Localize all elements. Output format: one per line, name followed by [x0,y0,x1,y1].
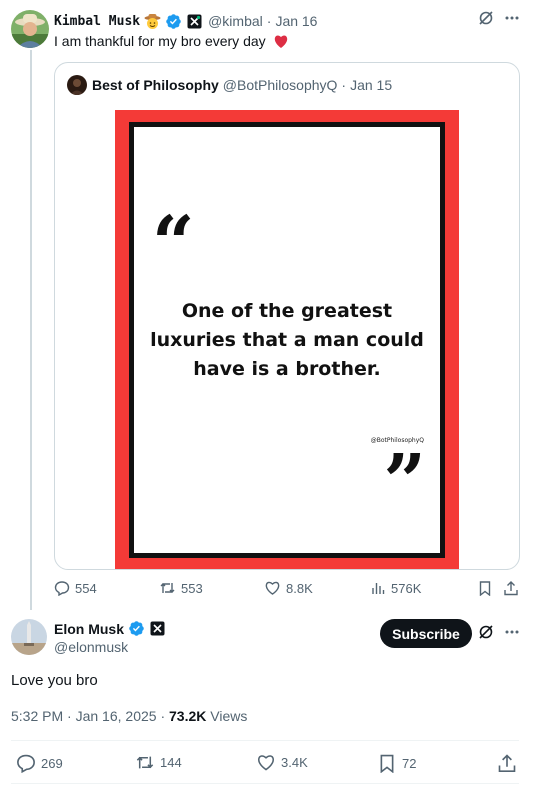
quote-image[interactable]: “ One of the greatest luxuries that a ma… [115,110,459,569]
more-icon[interactable] [504,624,520,645]
like-button[interactable]: 8.8K [264,580,313,596]
main-tweet-text: Love you bro [11,672,98,689]
repost-icon [159,580,176,596]
x-affiliate-icon[interactable] [149,620,166,637]
share-button[interactable] [503,580,519,596]
tweet-date[interactable]: Jan 16, 2025 [76,708,157,724]
grok-icon[interactable] [478,10,494,31]
main-author-handle[interactable]: @elonmusk [54,639,128,655]
bookmark-icon [477,580,493,596]
quoted-tweet-header: Best of Philosophy @BotPhilosophyQ · Jan… [67,75,392,95]
quote-image-text: One of the greatest luxuries that a man … [150,300,424,380]
avatar-best-of-philosophy[interactable] [67,75,87,95]
verified-badge-icon[interactable] [128,620,145,637]
like-icon [264,580,281,596]
bookmark-count: 72 [402,755,417,771]
affiliate-badge-icon[interactable] [186,13,203,30]
like-icon [256,753,276,772]
reply-icon [54,580,70,596]
main-tweet-meta: 5:32 PM · Jan 16, 2025 · 73.2K Views [11,708,247,724]
parent-tweet-top-icons [478,10,520,31]
like-count: 3.4K [281,755,308,770]
views-icon [370,580,386,596]
bookmark-icon [377,753,397,773]
repost-button[interactable]: 553 [159,580,203,596]
close-quote-mark: ” [383,439,426,525]
reply-count: 554 [75,580,97,596]
verified-badge-icon[interactable] [165,13,182,30]
reply-count: 269 [41,755,63,771]
quoted-date[interactable]: Jan 15 [350,77,392,93]
repost-button[interactable]: 144 [135,753,182,772]
bookmark-button[interactable] [477,580,493,596]
quoted-author-handle[interactable]: @BotPhilosophyQ [223,77,338,93]
open-quote-mark: “ [152,201,195,287]
share-icon [503,580,519,596]
meta-separator: · [67,708,72,724]
parent-tweet[interactable]: Kimbal Musk @kimbal · Jan 16 I am thankf… [0,0,534,610]
views-count: 576K [391,580,422,596]
avatar-elon[interactable] [11,619,47,655]
reply-button[interactable]: 269 [16,753,63,773]
bookmark-button[interactable]: 72 [377,753,416,773]
quoted-tweet-card[interactable]: Best of Philosophy @BotPhilosophyQ · Jan… [54,62,520,570]
repost-icon [135,753,155,772]
share-icon [497,753,517,773]
author-handle[interactable]: @kimbal [208,13,263,29]
quote-image-frame: “ One of the greatest luxuries that a ma… [129,122,445,558]
quoted-date-separator: · [341,77,347,93]
author-name[interactable]: Kimbal Musk [54,14,140,29]
tweet-time[interactable]: 5:32 PM [11,708,63,724]
red-heart-icon [273,34,289,52]
main-author-name[interactable]: Elon Musk [54,621,124,637]
grok-icon[interactable] [478,624,494,645]
main-tweet-actions: 269 144 3.4K 72 [11,753,519,773]
repost-count: 144 [160,755,182,770]
main-tweet-author-row: Elon Musk [54,620,166,637]
views-button[interactable]: 576K [370,580,421,596]
date-separator: · [266,13,272,29]
like-button[interactable]: 3.4K [256,753,308,772]
parent-tweet-header: Kimbal Musk @kimbal · Jan 16 [54,11,317,31]
divider [11,783,519,784]
quoted-author-name[interactable]: Best of Philosophy [92,77,219,93]
repost-count: 553 [181,580,203,596]
subscribe-button[interactable]: Subscribe [380,619,472,648]
tweet-date[interactable]: Jan 16 [275,13,317,29]
reply-button[interactable]: 554 [54,580,97,596]
avatar-kimbal[interactable] [11,10,49,48]
parent-tweet-actions: 554 553 8.8K 576K [54,580,520,600]
more-icon[interactable] [504,10,520,31]
divider [11,740,519,741]
share-button[interactable] [497,753,517,773]
reply-icon [16,753,36,773]
views-count: 73.2K [169,708,207,724]
tweet-text: I am thankful for my bro every day [54,33,266,49]
parent-tweet-text: I am thankful for my bro every day [54,33,289,52]
like-count: 8.8K [286,580,313,596]
meta-separator: · [160,708,166,724]
main-tweet-top-icons [478,624,520,645]
views-label: Views [210,708,248,724]
cowboy-emoji-icon [144,13,161,30]
